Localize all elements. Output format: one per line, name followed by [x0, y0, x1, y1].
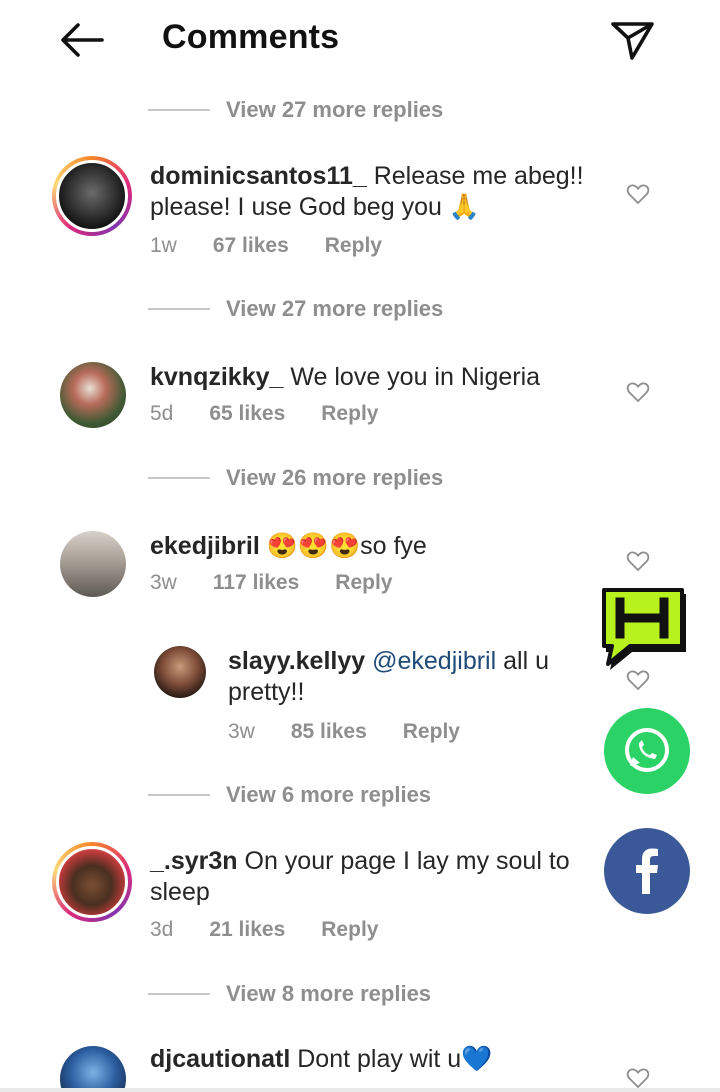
comment-time: 3w — [150, 571, 177, 594]
comment-likes[interactable]: 85 likes — [291, 720, 367, 744]
divider — [148, 477, 210, 479]
mention-link[interactable]: @ekedjibril — [372, 647, 496, 675]
comment-body: We love you in Nigeria — [290, 363, 541, 391]
bottom-divider — [0, 1088, 720, 1092]
avatar[interactable] — [52, 842, 132, 922]
comment-likes[interactable]: 65 likes — [209, 402, 285, 426]
comment-username[interactable]: kvnqzikky_ — [150, 363, 283, 391]
reply-button[interactable]: Reply — [403, 720, 460, 744]
divider — [148, 308, 210, 310]
avatar[interactable] — [60, 362, 126, 428]
avatar[interactable] — [60, 531, 126, 597]
view-more-replies[interactable]: View 27 more replies — [148, 95, 443, 125]
heart-icon[interactable] — [626, 182, 650, 206]
reply-button[interactable]: Reply — [325, 234, 382, 258]
h-logo-icon[interactable] — [602, 588, 692, 674]
comment-username[interactable]: ekedjibril — [150, 532, 260, 560]
heart-icon[interactable] — [626, 380, 650, 404]
comment-text: kvnqzikky_ We love you in Nigeria — [150, 362, 590, 393]
comment-time: 5d — [150, 402, 174, 425]
facebook-icon[interactable] — [604, 828, 690, 914]
avatar[interactable] — [52, 156, 132, 236]
avatar[interactable] — [154, 646, 206, 698]
comment-item: djcautionatl Dont play wit u💙 — [0, 1044, 720, 1088]
comment-meta: 5d 65 likes Reply — [150, 402, 378, 426]
comment-meta: 3w 85 likes Reply — [228, 720, 460, 744]
avatar[interactable] — [60, 1046, 126, 1088]
comment-meta: 3d 21 likes Reply — [150, 918, 378, 942]
heart-icon[interactable] — [626, 549, 650, 573]
back-arrow-icon[interactable] — [56, 18, 108, 62]
comment-time: 3w — [228, 720, 255, 743]
comment-username[interactable]: dominicsantos11_ — [150, 162, 367, 190]
page-title: Comments — [162, 18, 340, 56]
reply-button[interactable]: Reply — [335, 571, 392, 595]
comment-text: dominicsantos11_ Release me abeg!! pleas… — [150, 161, 590, 223]
comment-likes[interactable]: 117 likes — [213, 571, 299, 595]
comment-time: 1w — [150, 234, 177, 257]
view-more-replies[interactable]: View 27 more replies — [148, 294, 443, 324]
divider — [148, 794, 210, 796]
comment-text: slayy.kellyy @ekedjibril all u pretty!! — [228, 646, 578, 708]
view-more-replies[interactable]: View 6 more replies — [148, 780, 431, 810]
whatsapp-icon[interactable] — [604, 708, 690, 794]
divider — [148, 993, 210, 995]
view-more-replies[interactable]: View 26 more replies — [148, 463, 443, 493]
send-icon[interactable] — [608, 16, 656, 64]
comment-text: ekedjibril 😍😍😍so fye — [150, 531, 590, 562]
comment-likes[interactable]: 67 likes — [213, 234, 289, 258]
reply-button[interactable]: Reply — [321, 402, 378, 426]
comment-username[interactable]: _.syr3n — [150, 847, 238, 875]
comment-likes[interactable]: 21 likes — [209, 918, 285, 942]
divider — [148, 109, 210, 111]
reply-button[interactable]: Reply — [321, 918, 378, 942]
comment-body: Dont play wit u💙 — [297, 1045, 493, 1073]
comment-text: djcautionatl Dont play wit u💙 — [150, 1044, 590, 1075]
comment-text: _.syr3n On your page I lay my soul to sl… — [150, 846, 590, 908]
comment-body: 😍😍😍so fye — [266, 532, 427, 560]
comment-username[interactable]: djcautionatl — [150, 1045, 290, 1073]
comment-meta: 1w 67 likes Reply — [150, 234, 382, 258]
view-more-replies[interactable]: View 8 more replies — [148, 979, 431, 1009]
header-bar: Comments — [0, 0, 720, 80]
heart-icon[interactable] — [626, 1066, 650, 1088]
comment-username[interactable]: slayy.kellyy — [228, 647, 365, 675]
comment-time: 3d — [150, 918, 174, 941]
comment-meta: 3w 117 likes Reply — [150, 571, 392, 595]
